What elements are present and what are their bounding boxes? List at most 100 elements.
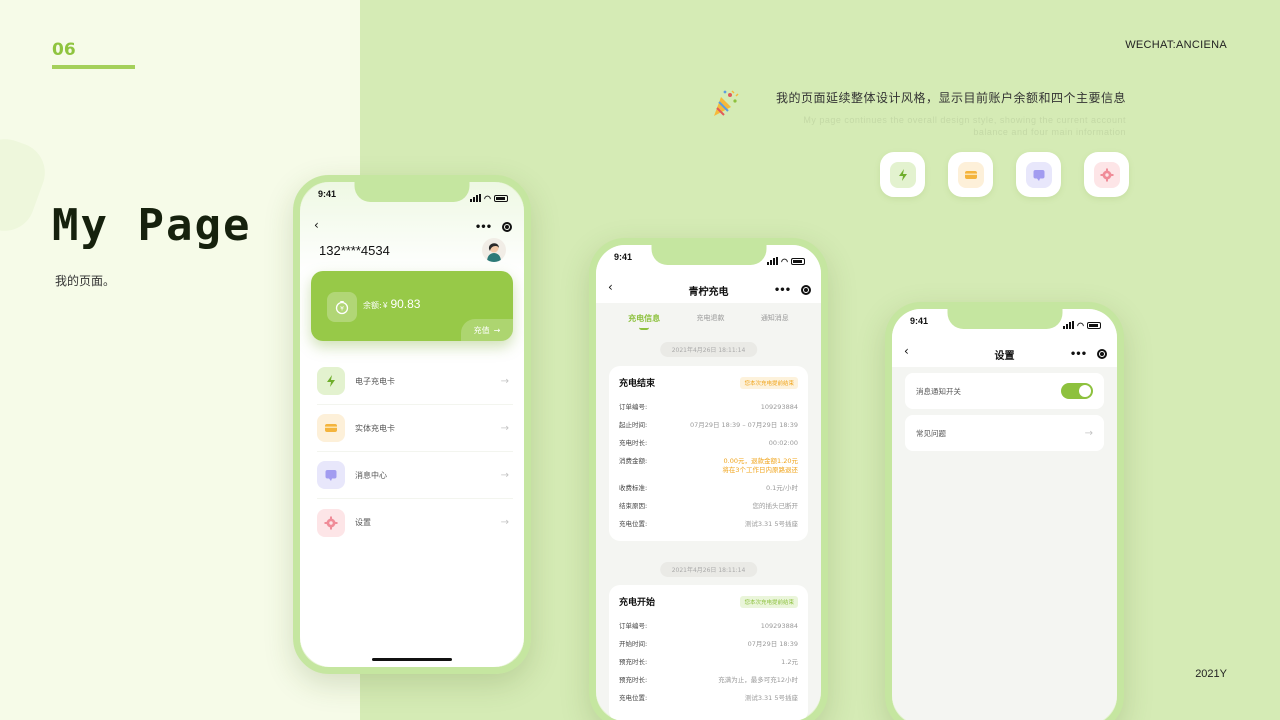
record-row: 起止时间: 07月29日 18:39 – 07月29日 18:39: [619, 421, 798, 430]
battery-icon: [1087, 321, 1101, 329]
record-title: 充电开始: [619, 598, 656, 608]
record-row: 开始时间: 07月29日 18:39: [619, 640, 798, 649]
row-value-highlight: 0.00元，退款金额1.20元 将在3个工作日内原路退还: [722, 457, 798, 475]
row-value: 测试3.31 5号插座: [744, 694, 798, 702]
record-card-ended: 充电结束 您本次充电提前结束 订单编号: 109293884 起止时间: 07月29…: [609, 366, 808, 541]
status-time: 9:41: [910, 316, 929, 326]
row-key: 消费金额:: [619, 457, 648, 465]
close-target-icon[interactable]: [1097, 349, 1107, 359]
feature-tile-settings: [1084, 152, 1129, 197]
tab-refund[interactable]: 充电退款: [696, 313, 724, 330]
recharge-label: 充值: [473, 325, 490, 335]
notification-toggle[interactable]: [1061, 383, 1093, 399]
page-number-underline: [52, 65, 135, 69]
svg-text:¥: ¥: [340, 306, 344, 313]
row-value: 测试3.31 5号插座: [744, 520, 798, 528]
arrow-right-icon: →: [1084, 427, 1093, 439]
record-row: 结束原因: 您的插头已断开: [619, 502, 798, 511]
status-bar: 9:41 ◠: [892, 316, 1117, 334]
more-icon[interactable]: •••: [472, 220, 494, 234]
currency-symbol: ¥: [383, 301, 388, 310]
mini-program-capsule: •••: [1067, 347, 1107, 361]
money-bag-icon: ¥: [327, 292, 357, 322]
battery-icon: [791, 257, 805, 265]
status-time: 9:41: [614, 252, 633, 262]
row-value: 109293884: [760, 403, 798, 411]
row-value: 充满为止，最多可充12小时: [718, 676, 798, 684]
mini-program-capsule: •••: [771, 283, 811, 297]
record-row: 充电位置: 测试3.31 5号插座: [619, 520, 798, 529]
recharge-button[interactable]: 充值 →: [461, 319, 513, 341]
charge-card-icon: [889, 161, 916, 188]
record-row: 收费标准: 0.1元/小时: [619, 484, 798, 493]
year-label: 2021Y: [1195, 668, 1227, 680]
physical-card-icon: [957, 161, 984, 188]
record-title: 充电结束: [619, 379, 656, 389]
refund-note: 将在3个工作日内原路退还: [722, 466, 798, 474]
row-key: 收费标准:: [619, 484, 648, 492]
date-pill: 2021年4月26日 18:11:14: [659, 342, 758, 357]
wifi-icon: ◠: [1077, 320, 1084, 330]
back-icon[interactable]: ‹: [314, 218, 319, 232]
account-phone-number: 132****4534: [319, 243, 390, 258]
record-row: 订单编号: 109293884: [619, 622, 798, 631]
menu-item-e-card[interactable]: 电子充电卡 →: [317, 358, 513, 405]
more-icon[interactable]: •••: [771, 283, 793, 297]
wifi-icon: ◠: [781, 256, 788, 266]
message-icon: [317, 461, 345, 489]
row-key: 结束原因:: [619, 502, 648, 510]
mini-program-capsule: •••: [472, 220, 512, 234]
row-value: 00:02:00: [768, 439, 798, 447]
charge-card-icon: [317, 367, 345, 395]
row-value: 07月29日 18:39: [747, 640, 798, 648]
date-pill: 2021年4月26日 18:11:14: [659, 562, 758, 577]
menu-item-settings[interactable]: 设置 →: [317, 499, 513, 546]
status-bar: 9:41 ◠: [300, 189, 524, 207]
settings-icon: [317, 508, 345, 537]
refund-amount: 0.00元，退款金额1.20元: [723, 457, 798, 465]
notification-toggle-row: 消息通知开关: [905, 373, 1104, 409]
wechat-id: WECHAT:ANCIENA: [1125, 39, 1227, 51]
feature-icons-row: [880, 152, 1129, 197]
balance-amount: ¥90.83: [383, 297, 420, 311]
record-row: 消费金额: 0.00元，退款金额1.20元 将在3个工作日内原路退还: [619, 457, 798, 475]
signal-icon: [470, 194, 482, 202]
status-bar: 9:41 ◠: [596, 252, 821, 270]
description-chinese: 我的页面延续整体设计风格，显示目前账户余额和四个主要信息: [775, 91, 1126, 105]
signal-icon: [767, 257, 779, 265]
record-row: 充电时长: 00:02:00: [619, 439, 798, 448]
menu-item-physical-card[interactable]: 实体充电卡 →: [317, 405, 513, 452]
phone-charging-records: 9:41 ◠ ‹ 青柠充电 ••• 充电信息 充电退款 通知消息 2021年4月…: [589, 238, 828, 720]
record-tabs: 充电信息 充电退款 通知消息: [596, 313, 821, 330]
decorative-shape: [0, 130, 54, 240]
status-badge: 您本次充电提前结束: [740, 376, 798, 389]
row-key: 充电位置:: [619, 694, 648, 702]
menu-item-label: 电子充电卡: [355, 376, 395, 386]
row-key: 起止时间:: [619, 421, 648, 429]
avatar[interactable]: [482, 238, 506, 262]
tab-notifications[interactable]: 通知消息: [761, 313, 789, 330]
menu-item-label: 实体充电卡: [355, 423, 395, 433]
row-value: 109293884: [760, 622, 798, 630]
home-indicator: [372, 658, 452, 661]
faq-label: 常见问题: [916, 428, 946, 438]
menu-item-label: 消息中心: [355, 470, 387, 480]
balance-value: 90.83: [390, 297, 421, 311]
party-popper-icon: [714, 90, 739, 116]
more-icon[interactable]: •••: [1067, 347, 1089, 361]
page-number: 06: [52, 40, 76, 60]
tab-charging-info[interactable]: 充电信息: [628, 313, 660, 330]
menu-item-messages[interactable]: 消息中心 →: [317, 452, 513, 499]
faq-row[interactable]: 常见问题 →: [905, 415, 1104, 451]
close-target-icon[interactable]: [502, 222, 512, 232]
row-key: 充电时长:: [619, 439, 648, 447]
status-time: 9:41: [318, 189, 337, 199]
row-value: 您的插头已断开: [752, 502, 799, 510]
my-menu: 电子充电卡 → 实体充电卡 → 消息中心 → 设置 →: [317, 358, 513, 546]
feature-tile-charge: [880, 152, 925, 197]
row-value: 0.1元/小时: [765, 484, 798, 492]
feature-tile-message: [1016, 152, 1061, 197]
signal-icon: [1063, 321, 1075, 329]
arrow-right-icon: →: [500, 517, 509, 528]
close-target-icon[interactable]: [801, 285, 811, 295]
